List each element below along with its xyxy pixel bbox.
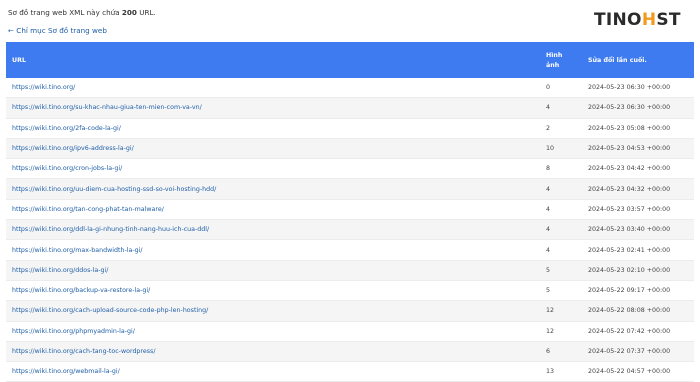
table-row: https://wiki.tino.org/webmail-la-gi/13 20… (6, 361, 694, 382)
images-cell: 0 (540, 78, 582, 99)
url-cell: https://wiki.tino.org/uu-diem-cua-hostin… (6, 178, 540, 200)
table-row: https://wiki.tino.org/cach-upload-source… (6, 300, 694, 322)
modified-cell: 2024-05-22 09:17 +00:00 (582, 280, 694, 302)
images-cell: 4 (540, 178, 582, 200)
table-row: https://wiki.tino.org/backup-va-restore-… (6, 280, 694, 302)
modified-cell: 2024-05-22 04:57 +00:00 (582, 361, 694, 382)
table-row: https://wiki.tino.org/uu-diem-cua-hostin… (6, 178, 694, 200)
sitemap-index-link[interactable]: ← Chỉ mục Sơ đồ trang web (8, 26, 107, 35)
url-cell: https://wiki.tino.org/max-bandwidth-la-g… (6, 239, 540, 261)
tinohost-logo: TINOHST (594, 10, 681, 30)
images-cell: 13 (540, 361, 582, 382)
table-row: https://wiki.tino.org/ddl-la-gi-nhung-ti… (6, 219, 694, 241)
images-cell: 6 (540, 341, 582, 363)
url-cell: https://wiki.tino.org/cron-jobs-la-gi/ (6, 158, 540, 180)
logo-accent-letter: H (641, 10, 657, 30)
images-cell: 4 (540, 239, 582, 261)
table-row: https://wiki.tino.org/ddos-la-gi/5 2024-0… (6, 260, 694, 281)
images-cell: 8 (540, 158, 582, 180)
url-cell: https://wiki.tino.org/ipv6-address-la-gi… (6, 138, 540, 160)
table-row: https://wiki.tino.org/ipv6-address-la-gi… (6, 138, 694, 160)
intro-prefix: Sơ đồ trang web XML này chứa (8, 8, 120, 17)
url-cell: https://wiki.tino.org/ddl-la-gi-nhung-ti… (6, 219, 540, 241)
header-last-modified: Sửa đổi lần cuối. (582, 42, 694, 78)
table-row: https://wiki.tino.org/phpmyadmin-la-gi/1… (6, 321, 694, 342)
url-link[interactable]: https://wiki.tino.org/cach-upload-source… (12, 307, 208, 314)
images-cell: 2 (540, 118, 582, 139)
table-row: https://wiki.tino.org/su-khac-nhau-giua-… (6, 97, 694, 119)
table-row: https://wiki.tino.org/max-bandwidth-la-g… (6, 239, 694, 261)
table-row: https://wiki.tino.org/cron-jobs-la-gi/8 2… (6, 158, 694, 180)
url-link[interactable]: https://wiki.tino.org/max-bandwidth-la-g… (12, 247, 142, 254)
modified-cell: 2024-05-23 02:10 +00:00 (582, 260, 694, 281)
url-count: 200 (121, 8, 137, 17)
url-cell: https://wiki.tino.org/cach-tang-toc-word… (6, 341, 540, 363)
images-cell: 5 (540, 260, 582, 281)
sitemap-intro: Sơ đồ trang web XML này chứa 200 URL. (8, 8, 156, 17)
images-cell: 4 (540, 97, 582, 119)
header-url: URL (6, 42, 540, 78)
modified-cell: 2024-05-23 06:30 +00:00 (582, 78, 694, 99)
url-cell: https://wiki.tino.org/su-khac-nhau-giua-… (6, 97, 540, 119)
url-cell: https://wiki.tino.org/backup-va-restore-… (6, 280, 540, 302)
url-link[interactable]: https://wiki.tino.org/ddos-la-gi/ (12, 267, 108, 274)
table-row: https://wiki.tino.org/tan-cong-phat-tan-… (6, 199, 694, 221)
modified-cell: 2024-05-22 07:42 +00:00 (582, 321, 694, 342)
modified-cell: 2024-05-22 08:08 +00:00 (582, 300, 694, 322)
url-link[interactable]: https://wiki.tino.org/ipv6-address-la-gi… (12, 145, 134, 152)
url-link[interactable]: https://wiki.tino.org/ddl-la-gi-nhung-ti… (12, 226, 209, 233)
table-header: URL Hình ảnh Sửa đổi lần cuối. (6, 42, 694, 78)
images-cell: 12 (540, 321, 582, 342)
images-cell: 12 (540, 300, 582, 322)
url-cell: https://wiki.tino.org/webmail-la-gi/ (6, 361, 540, 382)
modified-cell: 2024-05-23 05:08 +00:00 (582, 118, 694, 139)
modified-cell: 2024-05-23 04:53 +00:00 (582, 138, 694, 160)
url-link[interactable]: https://wiki.tino.org/uu-diem-cua-hostin… (12, 186, 216, 193)
modified-cell: 2024-05-23 04:32 +00:00 (582, 178, 694, 200)
url-link[interactable]: https://wiki.tino.org/tan-cong-phat-tan-… (12, 206, 164, 213)
url-cell: https://wiki.tino.org/2fa-code-la-gi/ (6, 118, 540, 139)
images-cell: 4 (540, 199, 582, 221)
sitemap-table: URL Hình ảnh Sửa đổi lần cuối. https://wi… (6, 42, 694, 382)
url-link[interactable]: https://wiki.tino.org/ (12, 84, 75, 91)
modified-cell: 2024-05-23 02:41 +00:00 (582, 239, 694, 261)
url-link[interactable]: https://wiki.tino.org/backup-va-restore-… (12, 287, 150, 294)
url-link[interactable]: https://wiki.tino.org/webmail-la-gi/ (12, 368, 120, 375)
modified-cell: 2024-05-23 04:42 +00:00 (582, 158, 694, 180)
url-cell: https://wiki.tino.org/cach-upload-source… (6, 300, 540, 322)
url-link[interactable]: https://wiki.tino.org/su-khac-nhau-giua-… (12, 104, 202, 111)
url-cell: https://wiki.tino.org/ddos-la-gi/ (6, 260, 540, 281)
modified-cell: 2024-05-23 03:57 +00:00 (582, 199, 694, 221)
url-link[interactable]: https://wiki.tino.org/cach-tang-toc-word… (12, 348, 155, 355)
images-cell: 10 (540, 138, 582, 160)
table-row: https://wiki.tino.org/2fa-code-la-gi/2 20… (6, 118, 694, 139)
modified-cell: 2024-05-23 03:40 +00:00 (582, 219, 694, 241)
table-row: https://wiki.tino.org/0 2024-05-23 06:30 … (6, 78, 694, 99)
table-body: https://wiki.tino.org/0 2024-05-23 06:30 … (6, 78, 694, 382)
url-link[interactable]: https://wiki.tino.org/phpmyadmin-la-gi/ (12, 328, 135, 335)
images-cell: 4 (540, 219, 582, 241)
modified-cell: 2024-05-23 06:30 +00:00 (582, 97, 694, 119)
modified-cell: 2024-05-22 07:37 +00:00 (582, 341, 694, 363)
header-images: Hình ảnh (540, 42, 582, 78)
images-cell: 5 (540, 280, 582, 302)
intro-suffix: URL. (139, 8, 156, 17)
url-link[interactable]: https://wiki.tino.org/2fa-code-la-gi/ (12, 125, 121, 132)
url-cell: https://wiki.tino.org/tan-cong-phat-tan-… (6, 199, 540, 221)
url-link[interactable]: https://wiki.tino.org/cron-jobs-la-gi/ (12, 165, 122, 172)
url-cell: https://wiki.tino.org/phpmyadmin-la-gi/ (6, 321, 540, 342)
url-cell: https://wiki.tino.org/ (6, 78, 540, 99)
table-row: https://wiki.tino.org/cach-tang-toc-word… (6, 341, 694, 363)
